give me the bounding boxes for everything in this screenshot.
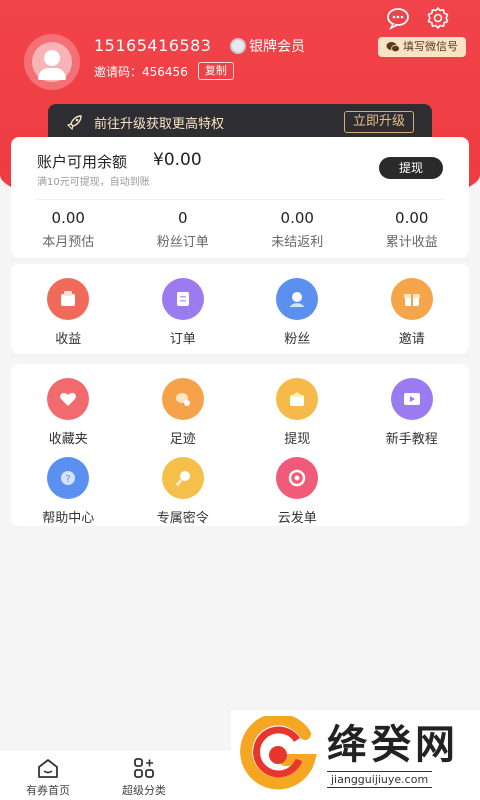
menu-item-label: 粉丝 — [284, 332, 311, 347]
tool-item-help[interactable]: ? 帮助中心 — [11, 457, 126, 526]
watermark-title: 绛癸网 — [327, 720, 459, 768]
tool-item-withdraw[interactable]: 提现 — [240, 378, 355, 447]
stat-unsettled-rebate[interactable]: 0.00 未结返利 — [240, 207, 355, 250]
stat-label: 粉丝订单 — [156, 235, 209, 250]
stat-value: 0.00 — [51, 209, 85, 227]
invite-code-row: 邀请码：456456 复制 — [94, 62, 234, 80]
stat-label: 未结返利 — [271, 235, 324, 250]
tutorial-icon — [390, 378, 433, 420]
stat-value: 0 — [177, 209, 188, 227]
rocket-icon — [66, 115, 82, 131]
watermark-url: jiangguijiuye.com — [327, 770, 433, 788]
menu-item-label: 收益 — [55, 332, 82, 347]
svg-text:?: ? — [66, 474, 71, 485]
member-level: 银牌会员 — [230, 36, 305, 56]
tab-label: 超级分类 — [122, 784, 166, 797]
tool-item-label: 帮助中心 — [42, 511, 95, 526]
stat-value: 0.00 — [280, 209, 314, 227]
watermark-logo-icon — [240, 716, 317, 790]
tool-item-label: 足迹 — [169, 432, 196, 447]
upgrade-banner[interactable]: 前往升级获取更高特权 立即升级 — [48, 104, 432, 140]
settings-button[interactable] — [426, 6, 450, 30]
help-icon: ? — [47, 457, 90, 499]
tool-item-label: 专属密令 — [156, 511, 209, 526]
site-watermark: 绛癸网 jiangguijiuye.com — [231, 710, 480, 800]
menu-item-label: 邀请 — [398, 332, 425, 347]
balance-divider — [37, 199, 443, 200]
tab-label: 有券首页 — [26, 784, 70, 797]
tool-item-cloud-send[interactable]: 云发单 — [240, 457, 355, 526]
balance-title: 账户可用余额 — [37, 153, 128, 171]
stat-value: 0.00 — [395, 209, 429, 227]
gear-icon — [427, 7, 449, 29]
stats-row: 0.00 本月预估 0 粉丝订单 0.00 未结返利 0.00 累计收益 — [11, 207, 469, 250]
stat-fan-orders[interactable]: 0 粉丝订单 — [126, 207, 241, 250]
tool-item-footprint[interactable]: 足迹 — [126, 378, 241, 447]
invite-code-value: 456456 — [142, 64, 188, 79]
cloud-send-icon — [276, 457, 319, 499]
fill-wechat-label: 填写微信号 — [403, 40, 458, 53]
stat-total-earnings[interactable]: 0.00 累计收益 — [355, 207, 470, 250]
menu-item-income[interactable]: 收益 — [11, 278, 126, 347]
favorite-icon — [47, 378, 90, 420]
menu-item-orders[interactable]: 订单 — [126, 278, 241, 347]
upgrade-button[interactable]: 立即升级 — [343, 111, 414, 133]
balance-amount: ¥0.00 — [153, 150, 202, 170]
menu-item-invite[interactable]: 邀请 — [355, 278, 470, 347]
fill-wechat-button[interactable]: 填写微信号 — [378, 37, 466, 57]
income-icon — [47, 278, 90, 320]
stat-label: 累计收益 — [385, 235, 438, 250]
tab-category[interactable]: 超级分类 — [96, 750, 192, 800]
upgrade-text: 前往升级获取更高特权 — [94, 116, 225, 132]
wechat-icon — [386, 42, 400, 53]
avatar-placeholder-icon — [32, 42, 72, 82]
tools-card: 收藏夹 足迹 提现 新手教程 ? 帮助中心 专属密令 云发单 — [11, 364, 469, 526]
main-menu-card: 收益 订单 粉丝 邀请 — [11, 264, 469, 354]
secret-key-icon — [161, 457, 204, 499]
balance-card: 账户可用余额 ¥0.00 满10元可提现，自动到账 提现 0.00 本月预估 0 粉… — [11, 137, 469, 258]
withdraw-icon — [276, 378, 319, 420]
invite-code-text: 邀请码：456456 — [94, 63, 188, 80]
tool-item-tutorial[interactable]: 新手教程 — [355, 378, 470, 447]
tab-home[interactable]: 有券首页 — [0, 750, 96, 800]
tool-item-label: 新手教程 — [385, 432, 438, 447]
balance-note: 满10元可提现，自动到账 — [37, 177, 150, 188]
member-level-label: 银牌会员 — [249, 39, 305, 55]
avatar[interactable] — [24, 34, 80, 90]
invite-icon — [390, 278, 433, 320]
tool-item-label: 提现 — [284, 432, 311, 447]
stat-monthly-estimate[interactable]: 0.00 本月预估 — [11, 207, 126, 250]
tool-item-label: 收藏夹 — [48, 432, 88, 447]
home-icon — [38, 759, 58, 778]
stat-label: 本月预估 — [42, 235, 95, 250]
invite-code-label: 邀请码： — [94, 64, 143, 79]
copy-button[interactable]: 复制 — [197, 62, 234, 80]
tool-item-label: 云发单 — [277, 511, 317, 526]
message-button[interactable] — [386, 6, 410, 30]
fans-icon — [276, 278, 319, 320]
tool-item-secret-key[interactable]: 专属密令 — [126, 457, 241, 526]
footprint-icon — [161, 378, 204, 420]
menu-item-label: 订单 — [169, 332, 196, 347]
silver-medal-icon — [230, 38, 246, 54]
message-icon — [387, 8, 409, 30]
category-icon — [134, 758, 154, 778]
menu-item-fans[interactable]: 粉丝 — [240, 278, 355, 347]
tool-item-favorites[interactable]: 收藏夹 — [11, 378, 126, 447]
order-icon — [161, 278, 204, 320]
withdraw-button[interactable]: 提现 — [379, 157, 443, 179]
user-phone: 15165416583 — [94, 36, 212, 55]
